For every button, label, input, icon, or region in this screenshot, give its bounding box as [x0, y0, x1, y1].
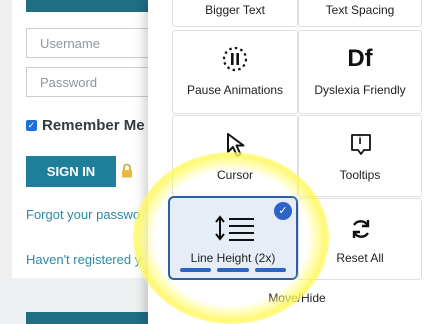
dyslexia-icon: Df: [347, 45, 373, 72]
reset-icon: [352, 220, 370, 238]
tile-label: Dyslexia Friendly: [314, 83, 406, 97]
lock-icon: [122, 163, 132, 178]
sign-in-button[interactable]: SIGN IN: [26, 156, 116, 187]
level-indicator: [180, 268, 286, 272]
level-step: [180, 268, 212, 272]
tile-reset-all[interactable]: Reset All: [298, 198, 422, 280]
card-header-bar: [26, 0, 166, 12]
line-height-icon: [215, 215, 254, 241]
tile-line-height[interactable]: ✓ Line Height (2x): [168, 196, 298, 280]
remember-checkbox[interactable]: ✓: [26, 120, 37, 131]
pause-icon: [222, 46, 248, 72]
forgot-password-link[interactable]: Forgot your passwo: [26, 207, 140, 222]
tile-cursor[interactable]: Cursor: [172, 115, 298, 197]
tile-text-spacing[interactable]: Text Spacing: [298, 0, 422, 27]
tooltip-glyph: i: [358, 133, 362, 147]
tile-label: Cursor: [216, 168, 253, 182]
tile-tooltips[interactable]: i Tooltips: [298, 115, 422, 197]
register-link[interactable]: Haven't registered y: [26, 252, 141, 267]
move-hide-button[interactable]: Move/Hide: [172, 286, 422, 310]
tile-pause-animations[interactable]: Pause Animations: [172, 30, 298, 114]
tile-label: Pause Animations: [186, 83, 284, 97]
tile-label: Reset All: [336, 251, 384, 265]
level-step: [217, 268, 249, 272]
tile-label: Text Spacing: [325, 3, 395, 17]
card-footer-bar: [26, 312, 166, 324]
tile-label: Tooltips: [339, 168, 381, 182]
remember-label: Remember Me: [42, 117, 145, 134]
check-icon: ✓: [274, 202, 292, 220]
level-step: [254, 268, 286, 272]
remember-me[interactable]: ✓ Remember Me: [26, 117, 145, 134]
tile-bigger-text[interactable]: Bigger Text: [172, 0, 298, 27]
cursor-icon: [227, 133, 245, 157]
tile-dyslexia-friendly[interactable]: Df Dyslexia Friendly: [298, 30, 422, 114]
tile-label: Bigger Text: [205, 3, 265, 17]
tile-label: Line Height (2x): [190, 251, 276, 265]
